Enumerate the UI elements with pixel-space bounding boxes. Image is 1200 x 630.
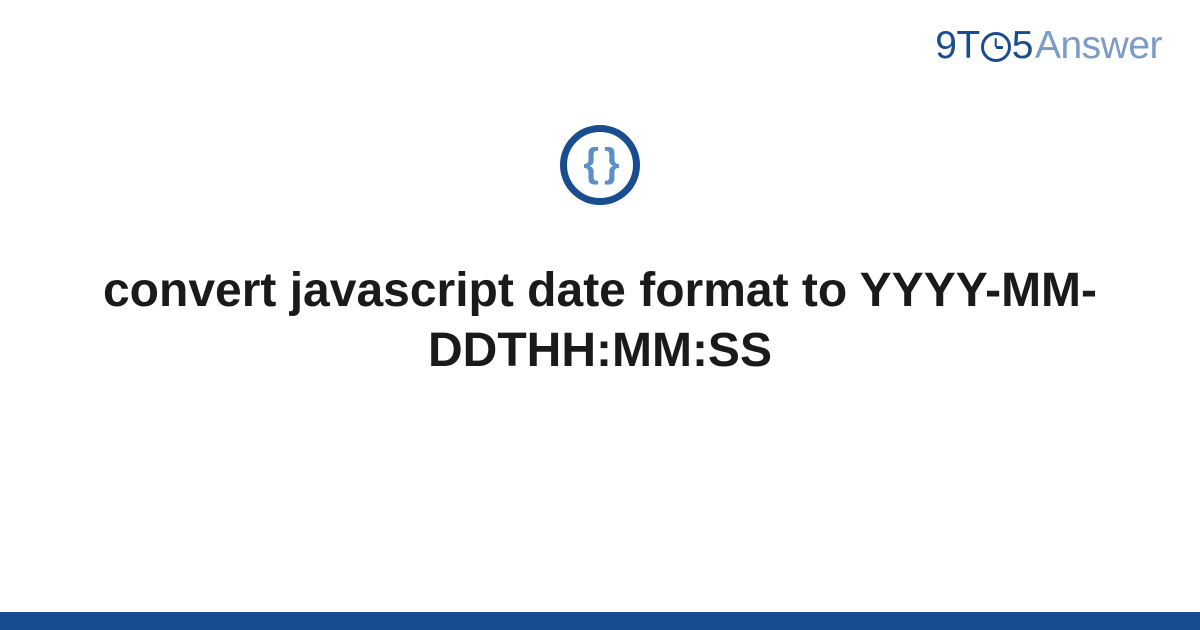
logo-text-5: 5	[1012, 24, 1033, 68]
logo-text-answer: Answer	[1035, 24, 1162, 68]
main-content: { } convert javascript date format to YY…	[0, 125, 1200, 381]
page-title: convert javascript date format to YYYY-M…	[100, 261, 1100, 381]
braces-icon: { }	[560, 125, 640, 205]
braces-glyph: { }	[583, 143, 616, 183]
bottom-accent-bar	[0, 612, 1200, 630]
site-logo: 9T 5 Answer	[935, 24, 1162, 68]
clock-icon	[981, 32, 1011, 62]
logo-text-9t: 9T	[935, 24, 980, 68]
